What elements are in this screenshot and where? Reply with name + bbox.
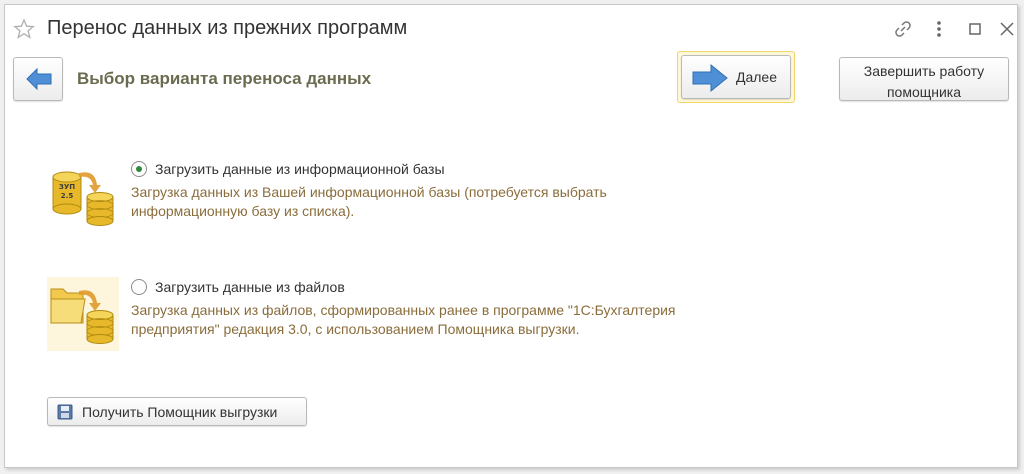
link-icon[interactable]	[893, 19, 913, 39]
arrow-right-icon	[692, 63, 728, 93]
default-button-highlight: Далее	[677, 51, 795, 103]
radio-load-from-infobase[interactable]	[131, 161, 147, 177]
option-description-files: Загрузка данных из файлов, сформированны…	[131, 302, 676, 337]
option-description-infobase: Загрузка данных из Вашей информационной …	[131, 184, 607, 219]
database-label-line1: ЗУП	[59, 183, 75, 191]
next-button-label: Далее	[736, 69, 778, 85]
get-export-assistant-label: Получить Помощник выгрузки	[82, 404, 278, 420]
finish-button-label-line1: Завершить работу	[863, 63, 985, 79]
option-label-infobase[interactable]: Загрузить данные из информационной базы	[155, 161, 445, 177]
more-options-icon[interactable]	[929, 19, 949, 39]
maximize-icon[interactable]	[965, 19, 985, 39]
option-label-files[interactable]: Загрузить данные из файлов	[155, 279, 345, 295]
finish-button-label-line2: помощника	[886, 84, 962, 100]
close-icon[interactable]	[997, 19, 1017, 39]
favorite-star-icon[interactable]	[13, 18, 35, 40]
section-title: Выбор варианта переноса данных	[77, 69, 372, 88]
back-button[interactable]	[13, 57, 63, 101]
get-export-assistant-button[interactable]: Получить Помощник выгрузки	[47, 397, 307, 426]
title-bar: Перенос данных из прежних программ	[5, 5, 1017, 53]
floppy-disk-icon	[57, 404, 73, 420]
radio-load-from-files[interactable]	[131, 279, 147, 295]
assistant-window: Перенос данных из прежних программ Выбор…	[4, 4, 1018, 468]
window-title: Перенос данных из прежних программ	[47, 17, 408, 39]
next-button[interactable]: Далее	[681, 55, 791, 99]
arrow-left-icon	[26, 68, 52, 90]
database-transfer-icon: ЗУП 2.5	[52, 171, 114, 226]
database-label-line2: 2.5	[61, 192, 74, 200]
finish-assistant-button[interactable]: Завершить работу помощника	[839, 57, 1009, 101]
folder-transfer-icon	[47, 277, 119, 351]
